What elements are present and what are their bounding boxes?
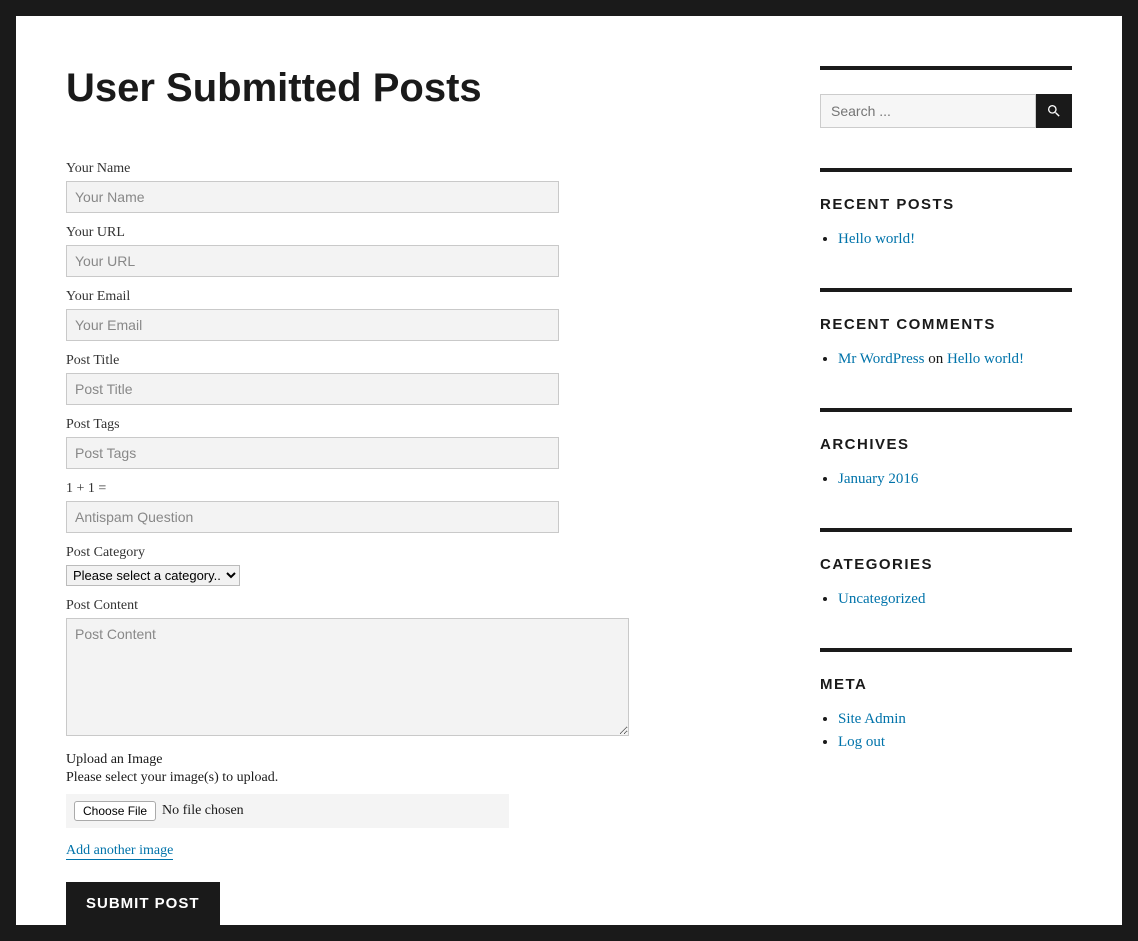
- meta-link-logout[interactable]: Log out: [838, 734, 885, 750]
- input-your-name[interactable]: [66, 181, 559, 213]
- input-your-url[interactable]: [66, 245, 559, 277]
- field-your-email: Your Email: [66, 289, 760, 341]
- field-post-category: Post Category Please select a category..: [66, 545, 760, 586]
- label-your-name: Your Name: [66, 161, 760, 177]
- input-antispam[interactable]: [66, 501, 559, 533]
- recent-posts-widget: RECENT POSTS Hello world!: [820, 168, 1072, 248]
- recent-post-link[interactable]: Hello world!: [838, 231, 915, 247]
- choose-file-button[interactable]: Choose File: [74, 801, 156, 821]
- textarea-post-content[interactable]: [66, 618, 629, 736]
- label-post-content: Post Content: [66, 598, 760, 614]
- label-post-category: Post Category: [66, 545, 760, 561]
- page-title: User Submitted Posts: [66, 66, 760, 111]
- archive-link[interactable]: January 2016: [838, 471, 918, 487]
- field-antispam: 1 + 1 =: [66, 481, 760, 533]
- file-row: Choose File No file chosen: [66, 794, 509, 828]
- search-widget: [820, 66, 1072, 128]
- field-post-title: Post Title: [66, 353, 760, 405]
- meta-widget: META Site Admin Log out: [820, 648, 1072, 751]
- categories-heading: CATEGORIES: [820, 556, 1072, 573]
- label-upload: Upload an Image: [66, 752, 760, 768]
- input-post-title[interactable]: [66, 373, 559, 405]
- field-post-content: Post Content: [66, 598, 760, 740]
- categories-widget: CATEGORIES Uncategorized: [820, 528, 1072, 608]
- archives-widget: ARCHIVES January 2016: [820, 408, 1072, 488]
- label-your-url: Your URL: [66, 225, 760, 241]
- meta-heading: META: [820, 676, 1072, 693]
- comment-post-link[interactable]: Hello world!: [947, 351, 1024, 367]
- field-post-tags: Post Tags: [66, 417, 760, 469]
- file-status: No file chosen: [162, 803, 244, 819]
- comment-separator: on: [924, 351, 947, 367]
- label-your-email: Your Email: [66, 289, 760, 305]
- upload-section: Upload an Image Please select your image…: [66, 752, 760, 882]
- search-button[interactable]: [1036, 94, 1072, 128]
- submit-post-button[interactable]: SUBMIT POST: [66, 882, 220, 925]
- main-content: User Submitted Posts Your Name Your URL …: [66, 66, 760, 925]
- list-item: Site Admin: [838, 711, 1072, 728]
- upload-description: Please select your image(s) to upload.: [66, 770, 760, 786]
- list-item: Mr WordPress on Hello world!: [838, 351, 1072, 368]
- list-item: Hello world!: [838, 231, 1072, 248]
- recent-comments-widget: RECENT COMMENTS Mr WordPress on Hello wo…: [820, 288, 1072, 368]
- recent-posts-heading: RECENT POSTS: [820, 196, 1072, 213]
- list-item: Log out: [838, 734, 1072, 751]
- comment-author-link[interactable]: Mr WordPress: [838, 351, 924, 367]
- search-icon: [1046, 103, 1062, 119]
- select-post-category[interactable]: Please select a category..: [66, 565, 240, 586]
- label-post-tags: Post Tags: [66, 417, 760, 433]
- meta-link-site-admin[interactable]: Site Admin: [838, 711, 906, 727]
- input-your-email[interactable]: [66, 309, 559, 341]
- sidebar: RECENT POSTS Hello world! RECENT COMMENT…: [820, 66, 1072, 925]
- input-post-tags[interactable]: [66, 437, 559, 469]
- add-image-link[interactable]: Add another image: [66, 843, 173, 860]
- field-your-name: Your Name: [66, 161, 760, 213]
- recent-comments-heading: RECENT COMMENTS: [820, 316, 1072, 333]
- label-post-title: Post Title: [66, 353, 760, 369]
- search-input[interactable]: [820, 94, 1036, 128]
- list-item: January 2016: [838, 471, 1072, 488]
- label-antispam: 1 + 1 =: [66, 481, 760, 497]
- list-item: Uncategorized: [838, 591, 1072, 608]
- category-link[interactable]: Uncategorized: [838, 591, 925, 607]
- field-your-url: Your URL: [66, 225, 760, 277]
- archives-heading: ARCHIVES: [820, 436, 1072, 453]
